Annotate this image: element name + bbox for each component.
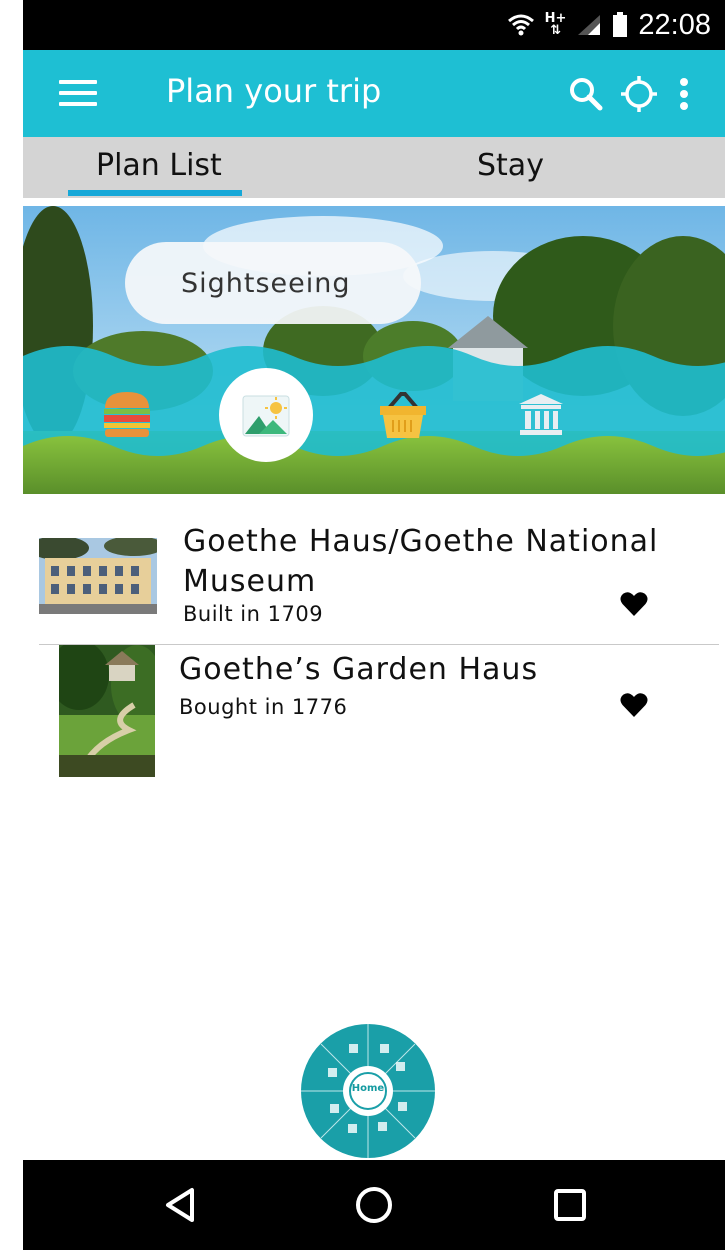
radial-menu-home-label: Home <box>351 1083 385 1094</box>
search-icon[interactable] <box>566 74 606 114</box>
list-item[interactable]: Goethe Haus/Goethe National Museum Built… <box>23 494 725 645</box>
recents-square-icon[interactable] <box>547 1182 593 1228</box>
signal-icon <box>578 15 601 35</box>
place-subtitle: Bought in 1776 <box>179 695 348 719</box>
selected-category-label: Sightseeing <box>181 268 351 299</box>
landscape-picture-icon <box>242 395 290 437</box>
location-crosshair-icon[interactable] <box>619 74 659 114</box>
app-bar: Plan your trip <box>23 50 725 137</box>
app-title: Plan your trip <box>166 72 382 110</box>
navigation-bar <box>23 1160 725 1250</box>
burger-icon[interactable] <box>101 388 153 438</box>
tab-plan-list[interactable]: Plan List <box>68 137 242 198</box>
clock-time: 22:08 <box>638 8 711 41</box>
place-thumbnail <box>39 538 157 614</box>
back-triangle-icon[interactable] <box>159 1182 205 1228</box>
place-title: Goethe Haus/Goethe National Museum <box>183 524 659 599</box>
battery-icon <box>613 12 628 37</box>
place-subtitle: Built in 1709 <box>183 602 324 626</box>
data-arrows-icon: ⇅ <box>550 23 561 38</box>
tab-bar: Plan List Stay <box>23 137 725 198</box>
tab-stay-label: Stay <box>477 148 544 183</box>
more-vert-icon[interactable] <box>664 74 704 114</box>
phone-screen: H+ ⇅ 22:08 Plan your trip Plan List Stay… <box>23 0 725 1250</box>
museum-building-icon[interactable] <box>517 392 565 436</box>
home-circle-icon[interactable] <box>351 1182 397 1228</box>
favorite-heart-icon[interactable] <box>620 591 648 617</box>
place-title: Goethe’s Garden Haus <box>179 652 539 687</box>
tab-plan-list-label: Plan List <box>96 148 222 183</box>
tab-stay[interactable]: Stay <box>403 137 613 198</box>
radial-menu[interactable]: Home <box>300 1022 436 1160</box>
favorite-heart-icon[interactable] <box>620 692 648 718</box>
wifi-icon <box>507 14 534 36</box>
status-bar: H+ ⇅ 22:08 <box>23 0 725 50</box>
category-banner: Sightseeing <box>23 206 725 494</box>
shopping-basket-icon[interactable] <box>377 388 429 440</box>
active-tab-indicator <box>68 190 242 196</box>
selected-category-pill: Sightseeing <box>125 242 421 324</box>
category-sightseeing-button[interactable] <box>219 368 313 462</box>
network-type-label: H+ ⇅ <box>545 12 567 38</box>
place-thumbnail <box>59 645 155 777</box>
menu-icon[interactable] <box>59 80 97 110</box>
